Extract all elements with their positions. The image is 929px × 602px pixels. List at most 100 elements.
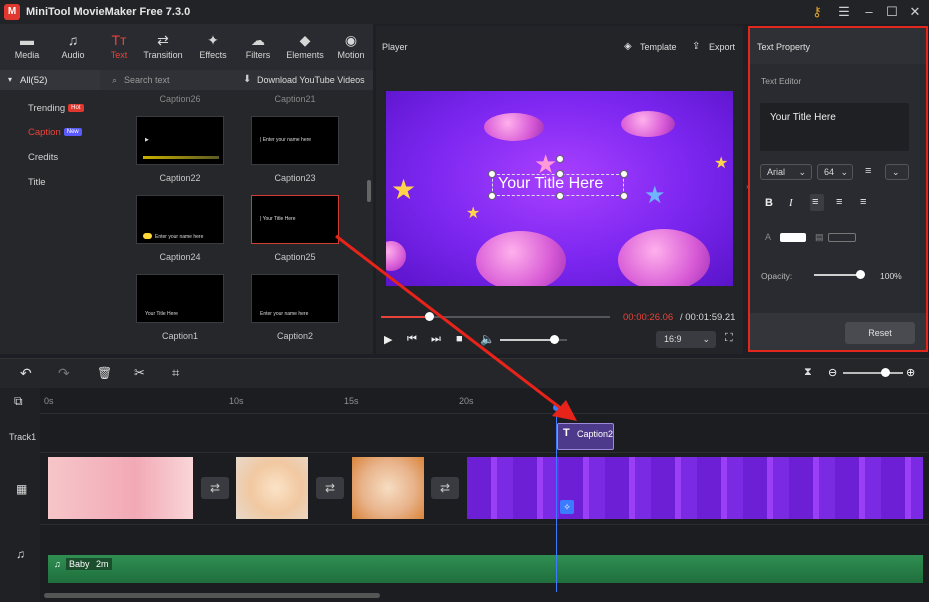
line-spacing-select[interactable]: ⌄ — [885, 164, 909, 180]
track-divider — [40, 452, 929, 453]
maximize-button[interactable]: ☐ — [882, 2, 902, 22]
add-track-icon[interactable]: ⧉ — [14, 394, 23, 409]
category-trending[interactable]: Trending Hot — [28, 103, 84, 114]
font-family-select[interactable]: Arial ⌄ — [760, 164, 812, 180]
align-right-icon[interactable]: ≡ — [860, 196, 866, 208]
minimize-button[interactable]: – — [859, 2, 879, 22]
bold-button[interactable]: B — [765, 197, 773, 209]
timeline-scrollbar[interactable] — [44, 593, 380, 598]
background-color-icon: ▤ — [815, 232, 824, 242]
video-clip[interactable] — [467, 457, 923, 519]
tool-motion[interactable]: ◉ Motion — [329, 30, 373, 60]
transition-icon[interactable]: ⇄ — [316, 477, 344, 499]
resize-handle[interactable] — [488, 170, 496, 178]
video-clip[interactable] — [48, 457, 193, 519]
chevron-down-icon: ⌄ — [892, 167, 900, 177]
caption-thumbnail[interactable]: | Enter your name here — [251, 116, 339, 165]
tool-text[interactable]: Tт Text — [97, 30, 141, 60]
caption-thumbnail[interactable]: Enter your name here — [251, 274, 339, 323]
export-button[interactable]: Export — [709, 42, 735, 52]
template-button[interactable]: Template — [640, 42, 677, 52]
caption-thumbnail[interactable]: Enter your name here — [136, 195, 224, 244]
folder-icon: ▬ — [20, 32, 34, 48]
resize-handle[interactable] — [556, 192, 564, 200]
library-scrollbar[interactable] — [367, 180, 371, 202]
zoom-in-icon[interactable]: ⊕ — [906, 366, 915, 379]
audio-clip-label: Baby — [66, 558, 93, 570]
menu-icon[interactable]: ☰ — [834, 2, 854, 22]
tool-effects[interactable]: ✦ Effects — [191, 30, 235, 60]
filters-icon: ☁ — [251, 32, 265, 48]
track1-label: Track1 — [9, 432, 37, 442]
rotate-handle[interactable] — [556, 155, 564, 163]
font-size-select[interactable]: 64 ⌄ — [817, 164, 853, 180]
download-youtube-link[interactable]: Download YouTube Videos — [257, 75, 365, 85]
text-color-icon: A — [765, 232, 772, 242]
category-credits[interactable]: Credits — [28, 152, 58, 163]
split-icon[interactable]: ✂ — [134, 365, 145, 381]
zoom-slider-knob[interactable] — [881, 368, 890, 377]
fullscreen-icon[interactable]: ⛶ — [725, 332, 733, 345]
zoom-out-icon[interactable]: ⊖ — [828, 366, 837, 379]
cloud-decoration — [618, 229, 710, 286]
thumbnail-label: Caption24 — [159, 252, 201, 262]
star-icon: ★ — [714, 155, 729, 172]
ruler-tick: 10s — [229, 396, 244, 406]
total-time: / 00:01:59.21 — [680, 312, 736, 323]
resize-handle[interactable] — [556, 170, 564, 178]
motion-marker-icon[interactable]: ✧ — [560, 500, 574, 514]
text-editor-label: Text Editor — [761, 76, 802, 86]
category-title[interactable]: Title — [28, 177, 46, 188]
tool-label: Audio — [61, 50, 85, 60]
opacity-slider-track[interactable] — [814, 274, 860, 276]
category-caption[interactable]: Caption New — [28, 127, 82, 138]
resize-handle[interactable] — [488, 192, 496, 200]
align-center-icon[interactable]: ≡ — [836, 196, 842, 208]
search-input[interactable]: Search text — [124, 75, 170, 85]
italic-button[interactable]: I — [789, 197, 793, 209]
tool-media[interactable]: ▬ Media — [5, 30, 49, 60]
collapse-handle-icon[interactable]: › — [746, 182, 749, 191]
effects-icon: ✦ — [207, 32, 219, 48]
tool-elements[interactable]: ◆ Elements — [283, 30, 327, 60]
transition-icon[interactable]: ⇄ — [431, 477, 459, 499]
thumbnail-label: Caption2 — [276, 331, 314, 341]
background-color-swatch[interactable] — [828, 233, 856, 242]
redo-icon[interactable]: ↷ — [58, 365, 70, 382]
text-color-swatch[interactable] — [780, 233, 806, 242]
caption-thumbnail[interactable]: Your Title Here — [136, 274, 224, 323]
line-spacing-icon[interactable]: ≡ — [865, 165, 871, 177]
caption-thumbnail[interactable]: | Your Title Here — [251, 195, 339, 244]
tool-transition[interactable]: ⇄ Transition — [141, 30, 185, 60]
video-clip[interactable] — [352, 457, 424, 519]
thumbnail-label: Caption22 — [159, 173, 201, 183]
resize-handle[interactable] — [620, 192, 628, 200]
export-icon: ⇪ — [692, 41, 701, 52]
transition-icon[interactable]: ⇄ — [201, 477, 229, 499]
opacity-slider-knob[interactable] — [856, 270, 865, 279]
resize-handle[interactable] — [620, 170, 628, 178]
delete-icon[interactable]: 🗑 — [97, 366, 112, 380]
crop-icon[interactable]: ⌗ — [172, 365, 179, 381]
reset-button[interactable]: Reset — [845, 322, 915, 344]
caret-down-icon: ▾ — [8, 75, 13, 84]
star-icon: ★ — [644, 182, 666, 209]
key-icon[interactable]: ⚷ — [807, 2, 827, 22]
zoom-slider-track[interactable] — [843, 372, 903, 374]
audio-clip[interactable] — [48, 555, 923, 583]
tool-filters[interactable]: ☁ Filters — [236, 30, 280, 60]
undo-icon[interactable]: ↶ — [20, 365, 32, 382]
overlay-title-text[interactable]: Your Title Here — [498, 175, 603, 193]
tool-audio[interactable]: ♫ Audio — [51, 30, 95, 60]
text-editor-field[interactable] — [760, 103, 909, 151]
aspect-ratio-select[interactable]: 16:9 ⌄ — [656, 331, 716, 348]
current-time: 00:00:26.06 — [623, 312, 674, 323]
caption-thumbnail[interactable]: ▶ — [136, 116, 224, 165]
partial-thumb-label: Caption21 — [274, 94, 316, 104]
text-property-title: Text Property — [757, 42, 811, 52]
video-clip[interactable] — [236, 457, 308, 519]
close-button[interactable]: ✕ — [905, 2, 925, 22]
fit-timeline-icon[interactable]: ⧗ — [804, 366, 812, 379]
app-logo: M — [4, 4, 20, 20]
all-category[interactable] — [0, 70, 100, 90]
